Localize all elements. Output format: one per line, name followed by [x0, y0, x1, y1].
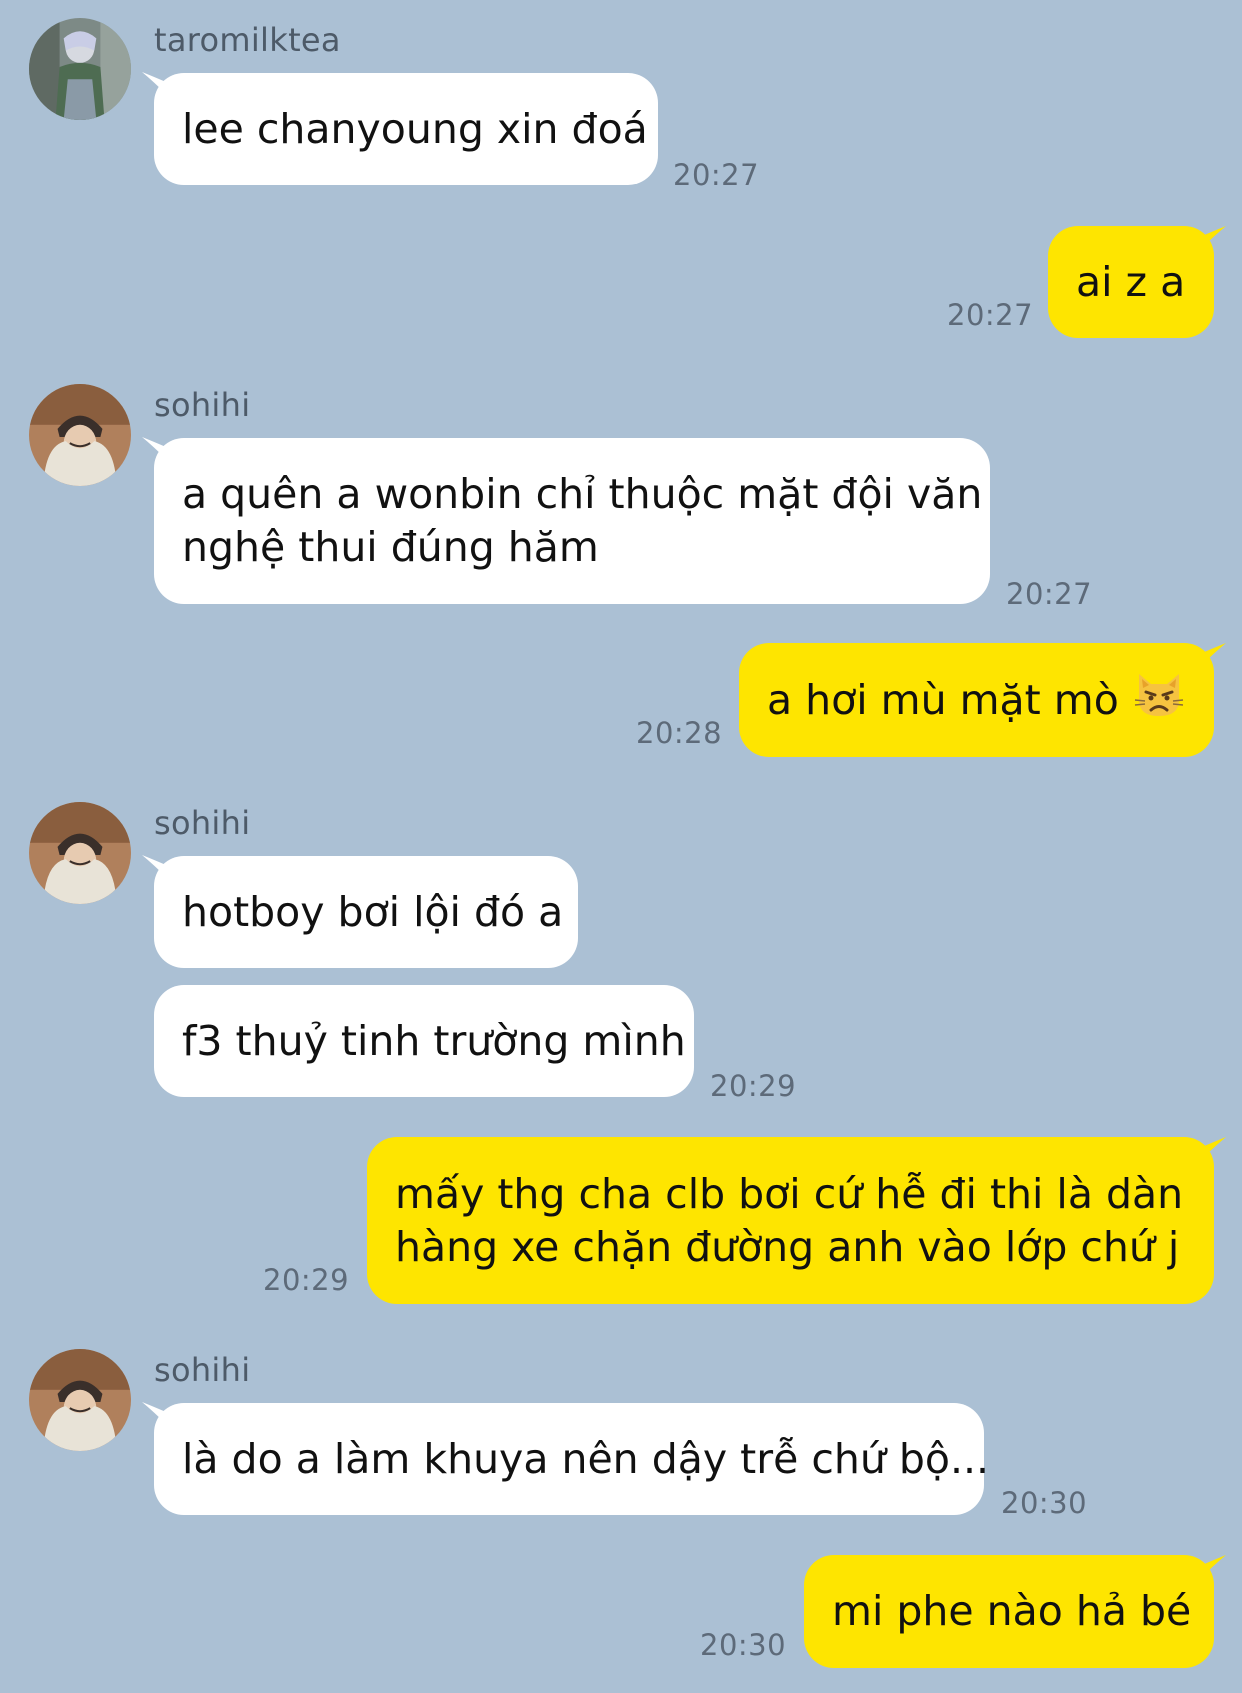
message-text-line: a quên a wonbin chỉ thuộc mặt đội văn [182, 470, 983, 518]
message-time: 20:29 [263, 1263, 350, 1297]
pouting-cat-icon [1133, 670, 1185, 731]
avatar-taromilktea[interactable] [29, 18, 131, 120]
message-bubble[interactable]: mi phe nào hả bé [804, 1555, 1214, 1668]
sender-name: taromilktea [154, 21, 341, 59]
message-text: a hơi mù mặt mò [767, 675, 1119, 724]
avatar-sohihi[interactable] [29, 1349, 131, 1451]
message-time: 20:28 [636, 716, 723, 750]
message-time: 20:30 [1001, 1486, 1088, 1520]
sender-name: sohihi [154, 804, 251, 842]
message-text-line: nghệ thui đúng hăm [182, 523, 599, 571]
message-text: hotboy bơi lội đó a [182, 887, 564, 936]
message-text: mi phe nào hả bé [832, 1587, 1192, 1635]
message-bubble[interactable]: ai z a [1048, 226, 1214, 338]
message-bubble[interactable]: lee chanyoung xin đoá [154, 73, 658, 185]
sender-name: sohihi [154, 1351, 251, 1389]
message-time: 20:29 [710, 1069, 797, 1103]
message-bubble[interactable]: hotboy bơi lội đó a [154, 856, 578, 968]
sender-name: sohihi [154, 386, 251, 424]
avatar-sohihi[interactable] [29, 802, 131, 904]
message-text: là do a làm khuya nên dậy trễ chứ bộ... [182, 1434, 990, 1483]
avatar-sohihi[interactable] [29, 384, 131, 486]
message-bubble[interactable]: a quên a wonbin chỉ thuộc mặt đội văn ng… [154, 438, 990, 604]
message-time: 20:27 [1006, 577, 1093, 611]
message-text: f3 thuỷ tinh trường mình [182, 1016, 686, 1065]
message-text: lee chanyoung xin đoá [182, 104, 648, 153]
message-bubble[interactable]: là do a làm khuya nên dậy trễ chứ bộ... [154, 1403, 989, 1515]
chat-view[interactable]: taromilktea lee chanyoung xin đoá 20:27 … [0, 0, 1242, 1693]
message-text-line: hàng xe chặn đường anh vào lớp chứ j [395, 1222, 1180, 1271]
message-bubble[interactable]: f3 thuỷ tinh trường mình [154, 985, 694, 1097]
message-text: ai z a [1076, 257, 1186, 306]
message-bubble[interactable]: mấy thg cha clb bơi cứ hễ đi thi là dàn … [367, 1137, 1214, 1304]
message-time: 20:27 [947, 298, 1034, 332]
message-bubble[interactable]: a hơi mù mặt mò [739, 643, 1214, 757]
message-time: 20:30 [700, 1628, 787, 1662]
message-time: 20:27 [673, 158, 760, 192]
message-text-line: mấy thg cha clb bơi cứ hễ đi thi là dàn [395, 1169, 1184, 1218]
